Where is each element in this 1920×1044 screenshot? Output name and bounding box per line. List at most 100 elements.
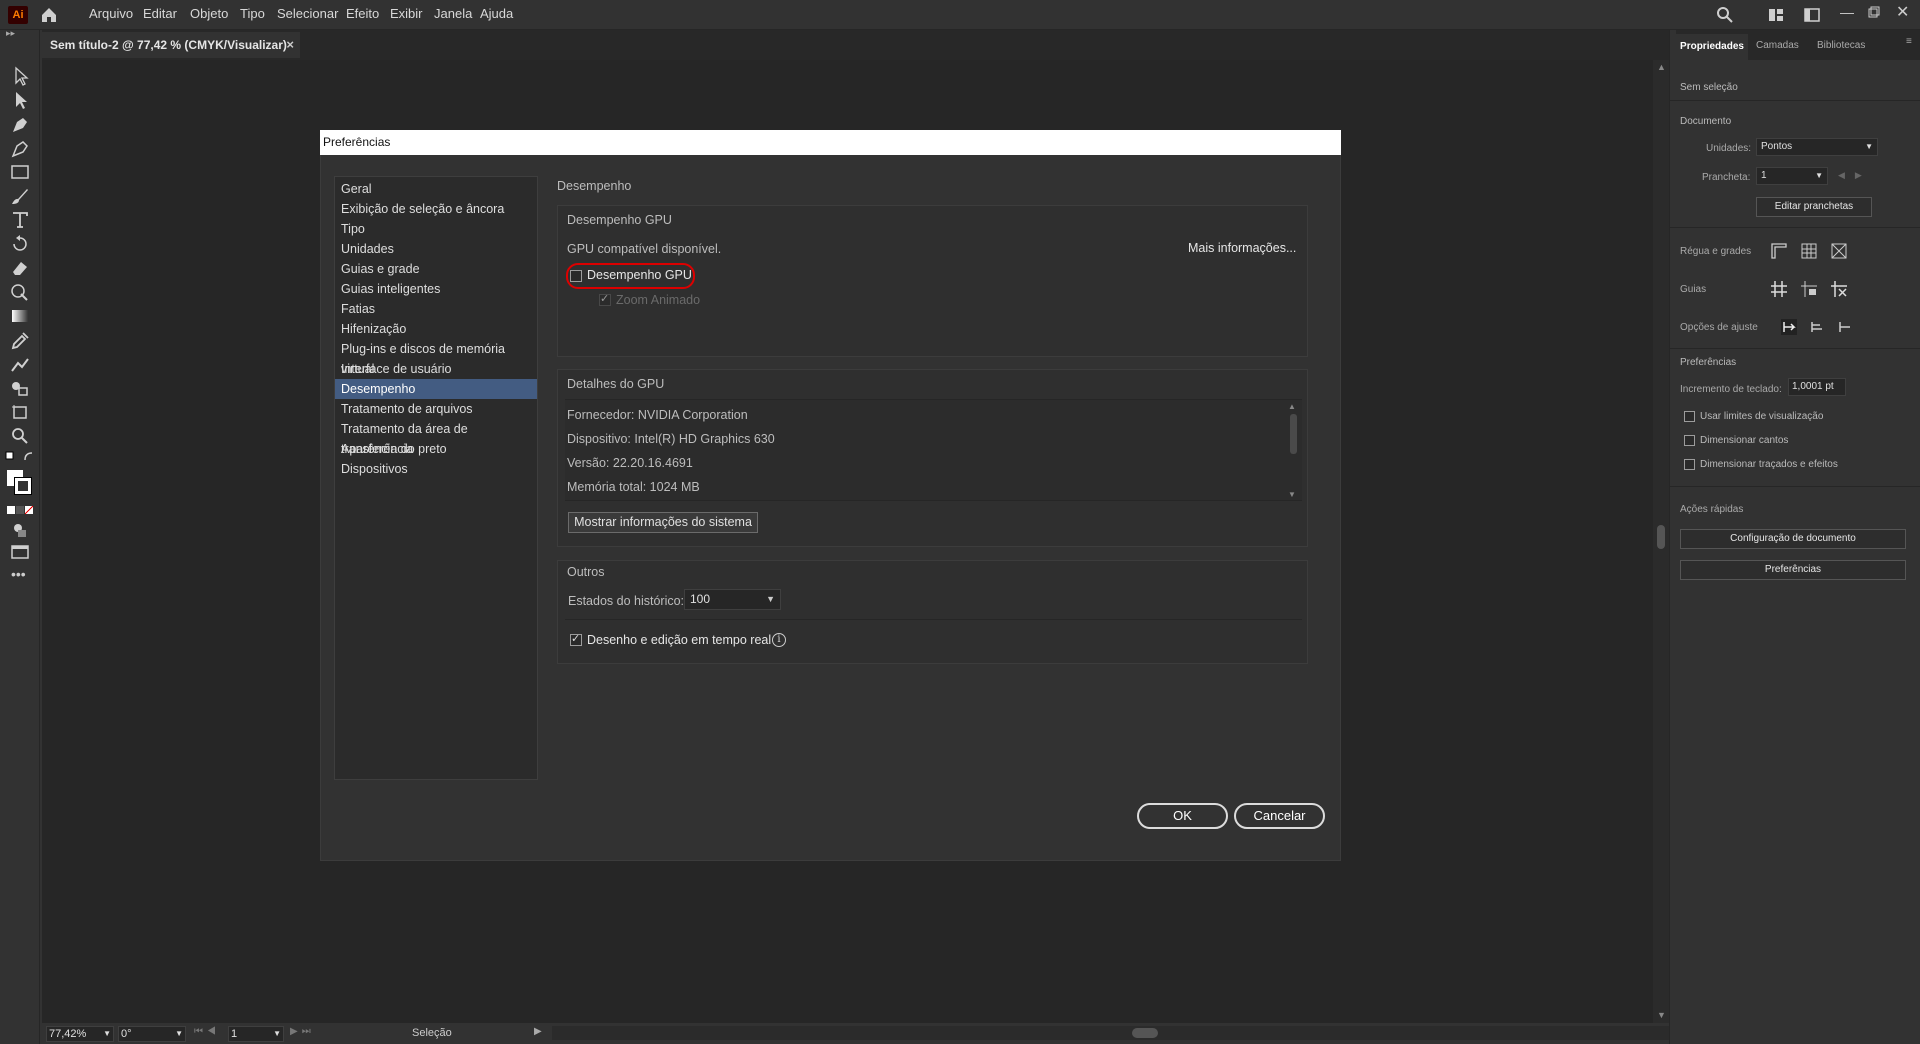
nav-item-tipo[interactable]: Tipo <box>335 219 537 239</box>
menu-janela[interactable]: Janela <box>434 0 472 30</box>
menu-tipo[interactable]: Tipo <box>240 0 265 30</box>
shape-builder-tool-icon[interactable] <box>9 282 31 302</box>
menu-editar[interactable]: Editar <box>143 0 177 30</box>
details-scroll-up-icon[interactable]: ▲ <box>1288 402 1296 411</box>
realtime-drawing-checkbox[interactable] <box>570 632 582 646</box>
menu-exibir[interactable]: Exibir <box>390 0 423 30</box>
preview-bounds-checkbox[interactable] <box>1684 411 1695 422</box>
tab-layers[interactable]: Camadas <box>1756 40 1799 51</box>
tab-properties[interactable]: Propriedades <box>1676 34 1748 60</box>
snap-to-pixel-icon[interactable] <box>1780 318 1798 336</box>
nav-item-tratamento-arquivos[interactable]: Tratamento de arquivos <box>335 399 537 419</box>
nav-item-plugins[interactable]: Plug-ins e discos de memória virtual <box>335 339 537 376</box>
pen-tool-icon[interactable] <box>9 114 31 134</box>
document-tab[interactable]: Sem título-2 @ 77,42 % (CMYK/Visualizar)… <box>42 32 300 58</box>
menu-arquivo[interactable]: Arquivo <box>89 0 133 30</box>
transparency-grid-icon[interactable] <box>1830 242 1848 260</box>
nav-item-selecao-ancora[interactable]: Exibição de seleção e âncora <box>335 199 537 219</box>
artboard-select[interactable]: 1 ▼ <box>228 1026 284 1042</box>
nav-item-fatias[interactable]: Fatias <box>335 299 537 319</box>
rotation-select[interactable]: 0° ▼ <box>118 1026 186 1042</box>
menu-selecionar[interactable]: Selecionar <box>277 0 338 30</box>
eraser-tool-icon[interactable] <box>9 258 31 278</box>
close-window-icon[interactable]: ✕ <box>1896 2 1909 22</box>
artboard-next-buttons[interactable]: ▶⏭ <box>290 1026 315 1037</box>
nav-item-guias-grade[interactable]: Guias e grade <box>335 259 537 279</box>
snap-to-point-icon[interactable] <box>1836 318 1854 336</box>
blend-tool-icon[interactable] <box>9 354 31 374</box>
ruler-icon[interactable] <box>1770 242 1788 260</box>
nav-item-dispositivos[interactable]: Dispositivos <box>335 459 537 479</box>
nav-item-guias-inteligentes[interactable]: Guias inteligentes <box>335 279 537 299</box>
tab-libraries[interactable]: Bibliotecas <box>1817 40 1865 51</box>
menu-objeto[interactable]: Objeto <box>190 0 228 30</box>
minimize-icon[interactable]: — <box>1840 4 1854 20</box>
more-info-link[interactable]: Mais informações... <box>1188 241 1296 255</box>
artboard-tool-icon[interactable] <box>9 402 31 422</box>
artboards-select[interactable]: 1 ▼ <box>1756 167 1828 185</box>
rotate-tool-icon[interactable] <box>9 234 31 254</box>
details-scroll-down-icon[interactable]: ▼ <box>1288 490 1296 499</box>
scale-corners-checkbox[interactable] <box>1684 435 1695 446</box>
close-tab-icon[interactable]: × <box>286 32 294 58</box>
ok-button[interactable]: OK <box>1137 803 1228 829</box>
history-states-select[interactable]: 100 ▼ <box>684 589 781 610</box>
curvature-tool-icon[interactable] <box>9 138 31 158</box>
document-setup-button[interactable]: Configuração de documento <box>1680 529 1906 549</box>
direct-selection-tool-icon[interactable] <box>9 90 31 110</box>
scroll-down-icon[interactable]: ▼ <box>1657 1010 1666 1020</box>
artboard-nav-arrows[interactable]: ◀▶ <box>1838 170 1872 181</box>
selection-tool-icon[interactable] <box>9 66 31 86</box>
restore-icon[interactable] <box>1868 6 1880 18</box>
grid-icon[interactable] <box>1800 242 1818 260</box>
clear-guides-icon[interactable] <box>1830 280 1848 298</box>
type-tool-icon[interactable] <box>9 210 31 230</box>
symbol-sprayer-tool-icon[interactable] <box>9 378 31 398</box>
show-system-info-button[interactable]: Mostrar informações do sistema <box>568 512 758 533</box>
status-menu-icon[interactable]: ▶ <box>534 1026 542 1037</box>
nav-item-area-transferencia[interactable]: Tratamento da área de transferência <box>335 419 537 456</box>
keyboard-increment-input[interactable]: 1,0001 pt <box>1788 378 1846 396</box>
info-icon[interactable]: i <box>772 633 786 647</box>
search-icon[interactable] <box>1716 6 1734 24</box>
artboard-prev-buttons[interactable]: ⏮◀ <box>194 1026 220 1037</box>
horizontal-scroll-thumb[interactable] <box>1132 1028 1158 1038</box>
details-scroll-thumb[interactable] <box>1290 414 1297 454</box>
nav-item-desempenho[interactable]: Desempenho <box>335 379 537 399</box>
menu-ajuda[interactable]: Ajuda <box>480 0 513 30</box>
paintbrush-tool-icon[interactable] <box>9 186 31 206</box>
color-mode-icon[interactable] <box>7 506 15 514</box>
horizontal-scrollbar[interactable] <box>552 1026 1682 1040</box>
nav-item-interface[interactable]: Interface de usuário <box>335 359 537 379</box>
panel-menu-icon[interactable]: ≡ <box>1906 36 1912 47</box>
preferences-button[interactable]: Preferências <box>1680 560 1906 580</box>
nav-item-aparencia-preto[interactable]: Aparência do preto <box>335 439 537 459</box>
more-tools-icon[interactable]: ••• <box>11 566 26 582</box>
screen-mode-icon[interactable] <box>9 542 31 562</box>
draw-mode-icon[interactable] <box>9 520 31 540</box>
default-fill-stroke-icon[interactable] <box>5 450 35 464</box>
nav-item-unidades[interactable]: Unidades <box>335 239 537 259</box>
eyedropper-tool-icon[interactable] <box>9 330 31 350</box>
show-guides-icon[interactable] <box>1770 280 1788 298</box>
collapse-toolbar-icon[interactable]: ▸▸ <box>6 28 15 39</box>
units-select[interactable]: Pontos ▼ <box>1756 138 1878 156</box>
edit-artboards-button[interactable]: Editar pranchetas <box>1756 197 1872 217</box>
workspace-icon[interactable] <box>1768 8 1784 22</box>
gradient-tool-icon[interactable] <box>9 306 31 326</box>
nav-item-hifenizacao[interactable]: Hifenização <box>335 319 537 339</box>
zoom-tool-icon[interactable] <box>9 426 31 446</box>
stroke-swatch[interactable] <box>14 477 32 495</box>
cancel-button[interactable]: Cancelar <box>1234 803 1325 829</box>
menu-efeito[interactable]: Efeito <box>346 0 379 30</box>
scroll-up-icon[interactable]: ▲ <box>1657 62 1666 72</box>
lock-guides-icon[interactable] <box>1800 280 1818 298</box>
gradient-mode-icon[interactable] <box>16 506 24 514</box>
vertical-scroll-thumb[interactable] <box>1657 525 1665 549</box>
gpu-performance-checkbox[interactable] <box>570 270 582 282</box>
scale-strokes-checkbox[interactable] <box>1684 459 1695 470</box>
snap-to-grid-icon[interactable] <box>1808 318 1826 336</box>
home-icon[interactable] <box>40 6 58 24</box>
nav-item-geral[interactable]: Geral <box>335 179 537 199</box>
none-mode-icon[interactable] <box>25 506 33 514</box>
